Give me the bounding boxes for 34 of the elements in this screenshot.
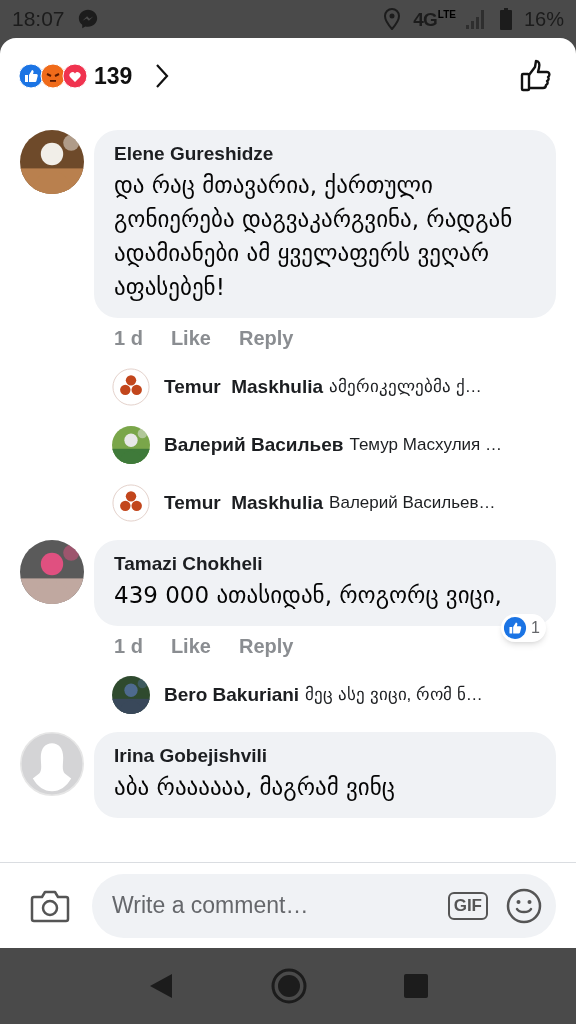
author-name[interactable]: Tamazi Chokheli (114, 550, 536, 578)
avatar-icon (20, 732, 84, 796)
reply-author[interactable]: Temur Maskhulia (164, 372, 324, 402)
reply-preview[interactable]: Валерий Васильев… (329, 490, 496, 516)
reply-author[interactable]: Bero Bakuriani (164, 680, 300, 710)
reply-preview[interactable]: ამერიკელებმა ქ… (329, 374, 482, 400)
author-name[interactable]: Irina Gobejishvili (114, 742, 536, 770)
comment-text: აბა რაააააა, მაგრამ ვინც (114, 773, 396, 803)
reaction-count[interactable]: 139 (94, 58, 133, 94)
reply-author[interactable]: Валерий Васильев (164, 430, 344, 460)
chevron-right-icon[interactable] (154, 63, 171, 89)
gif-button[interactable]: GIF (447, 891, 488, 920)
network-subtype: LTE (437, 9, 456, 20)
messenger-icon (76, 8, 99, 30)
comment-time: 1 d (114, 326, 143, 351)
reaction-count: 1 (531, 618, 540, 638)
comment-text: და რაც მთავარია, ქართული გონიერება დაგვაკარგვინა, რადგან ადამიანები ამ ყველაფერს ვეღარ აფასებენ! (114, 171, 514, 303)
comment-text: 439 000 ათასიდან, როგორც ვიცი, (114, 581, 503, 611)
camera-icon[interactable] (30, 888, 70, 923)
location-icon (383, 8, 402, 30)
reaction-icons (18, 63, 88, 89)
battery-icon (499, 8, 512, 30)
circles-logo-icon (112, 484, 150, 522)
circles-logo-icon (112, 368, 150, 406)
comment-time: 1 d (114, 634, 143, 659)
author-name[interactable]: Elene Gureshidze (114, 140, 536, 168)
reply-preview[interactable]: Темур Масхулия … (349, 432, 502, 458)
reply-preview[interactable]: მეც ასე ვიცი, რომ ნ… (305, 682, 483, 708)
comment-input[interactable]: Write a comment… GIF (92, 873, 556, 938)
thumbs-up-icon (503, 616, 528, 640)
smiley-icon[interactable] (506, 887, 542, 924)
reaction-badge[interactable]: 1 (501, 614, 546, 642)
thumbs-up-icon[interactable] (520, 59, 554, 93)
reply-author[interactable]: Temur Maskhulia (164, 488, 324, 518)
